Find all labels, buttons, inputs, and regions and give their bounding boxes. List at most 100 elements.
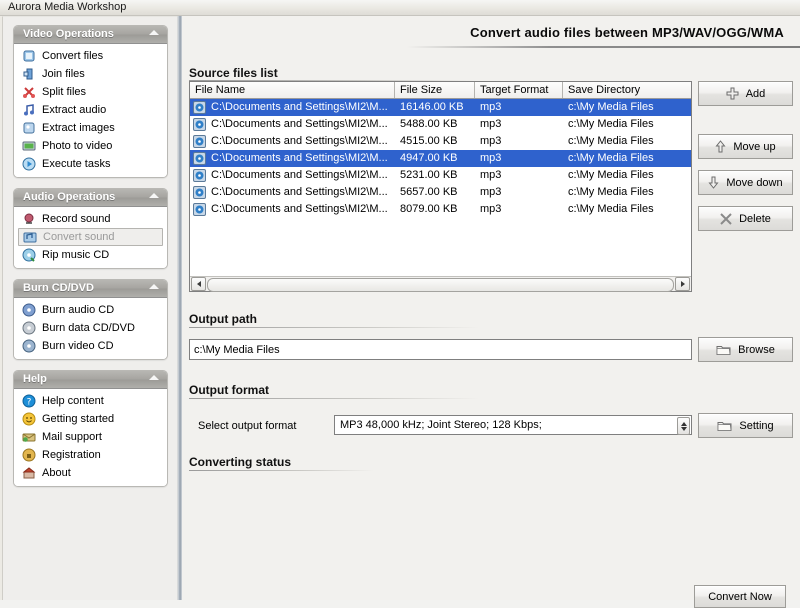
sidebar-item-burn-audio-cd[interactable]: Burn audio CD <box>14 301 167 319</box>
sidebar-item-burn-video-cd[interactable]: Burn video CD <box>14 337 167 355</box>
file-name-text: C:\Documents and Settings\MI2\M... <box>211 152 388 164</box>
cell-target-format: mp3 <box>480 203 502 215</box>
sidebar: Video Operations Convert files Join files S… <box>2 16 178 600</box>
horizontal-scrollbar[interactable] <box>190 276 691 292</box>
move-down-button-label: Move down <box>726 176 783 189</box>
cell-target-format: mp3 <box>480 186 502 198</box>
column-header-file-size[interactable]: File Size <box>395 82 475 98</box>
sidebar-item-label: Burn audio CD <box>42 304 115 316</box>
sidebar-item-execute-tasks[interactable]: Execute tasks <box>14 155 167 173</box>
table-row[interactable]: C:\Documents and Settings\MI2\M... 5488.0… <box>190 116 691 133</box>
setting-button-label: Setting <box>739 419 774 432</box>
select-output-format-label: Select output format <box>198 420 297 432</box>
browse-button[interactable]: Browse <box>698 337 793 362</box>
file-name-text: C:\Documents and Settings\MI2\M... <box>211 169 388 181</box>
record-sound-icon <box>22 212 36 226</box>
join-files-icon <box>22 67 36 81</box>
add-button[interactable]: Add <box>698 81 793 106</box>
sidebar-item-label: About <box>42 467 71 479</box>
page-title: Convert audio files between MP3/WAV/OGG/… <box>470 25 784 40</box>
sidebar-item-split-files[interactable]: Split files <box>14 83 167 101</box>
column-header-target-format[interactable]: Target Format <box>475 82 563 98</box>
folder-icon <box>717 420 732 432</box>
output-format-value: MP3 48,000 kHz; Joint Stereo; 128 Kbps; <box>340 419 542 431</box>
sidebar-item-extract-audio[interactable]: Extract audio <box>14 101 167 119</box>
close-x-icon <box>720 212 732 225</box>
about-icon <box>22 466 36 480</box>
table-row[interactable]: C:\Documents and Settings\MI2\M... 8079.0… <box>190 201 691 218</box>
sidebar-item-help-content[interactable]: ? Help content <box>14 392 167 410</box>
file-name-text: C:\Documents and Settings\MI2\M... <box>211 186 388 198</box>
panel-header-label: Audio Operations <box>23 191 116 203</box>
sidebar-item-extract-images[interactable]: Extract images <box>14 119 167 137</box>
panel-header[interactable]: Help <box>14 371 167 389</box>
convert-now-button[interactable]: Convert Now <box>694 585 786 608</box>
sidebar-item-mail-support[interactable]: Mail support <box>14 428 167 446</box>
media-file-icon <box>193 185 207 200</box>
sidebar-panel-help: Help ? Help content Getting started Mail sup… <box>13 370 168 487</box>
collapse-chevron-icon[interactable] <box>149 30 159 35</box>
source-files-list[interactable]: File Name File Size Target Format Save D… <box>189 81 692 292</box>
output-path-input[interactable]: c:\My Media Files <box>189 339 692 360</box>
sidebar-item-convert-files[interactable]: Convert files <box>14 47 167 65</box>
sidebar-item-photo-to-video[interactable]: Photo to video <box>14 137 167 155</box>
delete-button[interactable]: Delete <box>698 206 793 231</box>
sidebar-item-convert-sound[interactable]: Convert sound <box>18 228 163 246</box>
section-rule-output-format <box>189 398 479 399</box>
scrollbar-thumb[interactable] <box>207 278 674 292</box>
scroll-left-button[interactable] <box>191 277 206 291</box>
execute-tasks-icon <box>22 157 36 171</box>
plus-icon <box>726 87 739 100</box>
media-file-icon <box>193 168 207 183</box>
cell-file-size: 4947.00 KB <box>400 152 458 164</box>
panel-header-label: Help <box>23 373 47 385</box>
spinner-arrows-icon[interactable] <box>677 417 690 435</box>
column-header-file-name[interactable]: File Name <box>190 82 395 98</box>
sidebar-item-join-files[interactable]: Join files <box>14 65 167 83</box>
triangle-right-icon <box>680 281 685 287</box>
media-file-icon <box>193 202 207 217</box>
panel-body: Record sound Convert sound Rip music CD <box>14 207 167 268</box>
table-row[interactable]: C:\Documents and Settings\MI2\M... 5657.0… <box>190 184 691 201</box>
collapse-chevron-icon[interactable] <box>149 375 159 380</box>
sidebar-item-rip-music-cd[interactable]: Rip music CD <box>14 246 167 264</box>
scroll-right-button[interactable] <box>675 277 690 291</box>
sidebar-item-record-sound[interactable]: Record sound <box>14 210 167 228</box>
cell-save-directory: c:\My Media Files <box>568 152 654 164</box>
collapse-chevron-icon[interactable] <box>149 284 159 289</box>
rip-music-cd-icon <box>22 248 36 262</box>
split-files-icon <box>22 85 36 99</box>
sidebar-item-label: Extract audio <box>42 104 107 116</box>
sidebar-item-about[interactable]: About <box>14 464 167 482</box>
move-down-button[interactable]: Move down <box>698 170 793 195</box>
move-up-button[interactable]: Move up <box>698 134 793 159</box>
table-row[interactable]: C:\Documents and Settings\MI2\M... 16146.… <box>190 99 691 116</box>
sidebar-item-burn-data-cd-dvd[interactable]: Burn data CD/DVD <box>14 319 167 337</box>
window-title: Aurora Media Workshop <box>8 1 127 13</box>
section-rule-converting-status <box>189 470 374 471</box>
cell-file-name: C:\Documents and Settings\MI2\M... <box>190 99 395 116</box>
cell-target-format: mp3 <box>480 118 502 130</box>
sidebar-item-registration[interactable]: Registration <box>14 446 167 464</box>
table-row[interactable]: C:\Documents and Settings\MI2\M... 4515.0… <box>190 133 691 150</box>
media-file-icon <box>193 117 207 132</box>
panel-header[interactable]: Audio Operations <box>14 189 167 207</box>
sidebar-item-getting-started[interactable]: Getting started <box>14 410 167 428</box>
table-row[interactable]: C:\Documents and Settings\MI2\M... 4947.0… <box>190 150 691 167</box>
table-row[interactable]: C:\Documents and Settings\MI2\M... 5231.0… <box>190 167 691 184</box>
setting-button[interactable]: Setting <box>698 413 793 438</box>
scrollbar-track[interactable] <box>207 278 674 292</box>
media-file-icon <box>193 151 207 166</box>
sidebar-panel-burn-cd-dvd: Burn CD/DVD Burn audio CD Burn data CD/DVD… <box>13 279 168 360</box>
panel-body: Convert files Join files Split files Extrac… <box>14 44 167 177</box>
sidebar-item-label: Record sound <box>42 213 111 225</box>
panel-header[interactable]: Burn CD/DVD <box>14 280 167 298</box>
cell-file-name: C:\Documents and Settings\MI2\M... <box>190 116 395 133</box>
panel-header[interactable]: Video Operations <box>14 26 167 44</box>
collapse-chevron-icon[interactable] <box>149 193 159 198</box>
panel-body: Burn audio CD Burn data CD/DVD Burn video … <box>14 298 167 359</box>
cell-file-name: C:\Documents and Settings\MI2\M... <box>190 150 395 167</box>
output-format-select[interactable]: MP3 48,000 kHz; Joint Stereo; 128 Kbps; <box>334 415 692 435</box>
column-header-save-directory[interactable]: Save Directory <box>563 82 691 98</box>
arrow-down-icon <box>708 176 719 189</box>
